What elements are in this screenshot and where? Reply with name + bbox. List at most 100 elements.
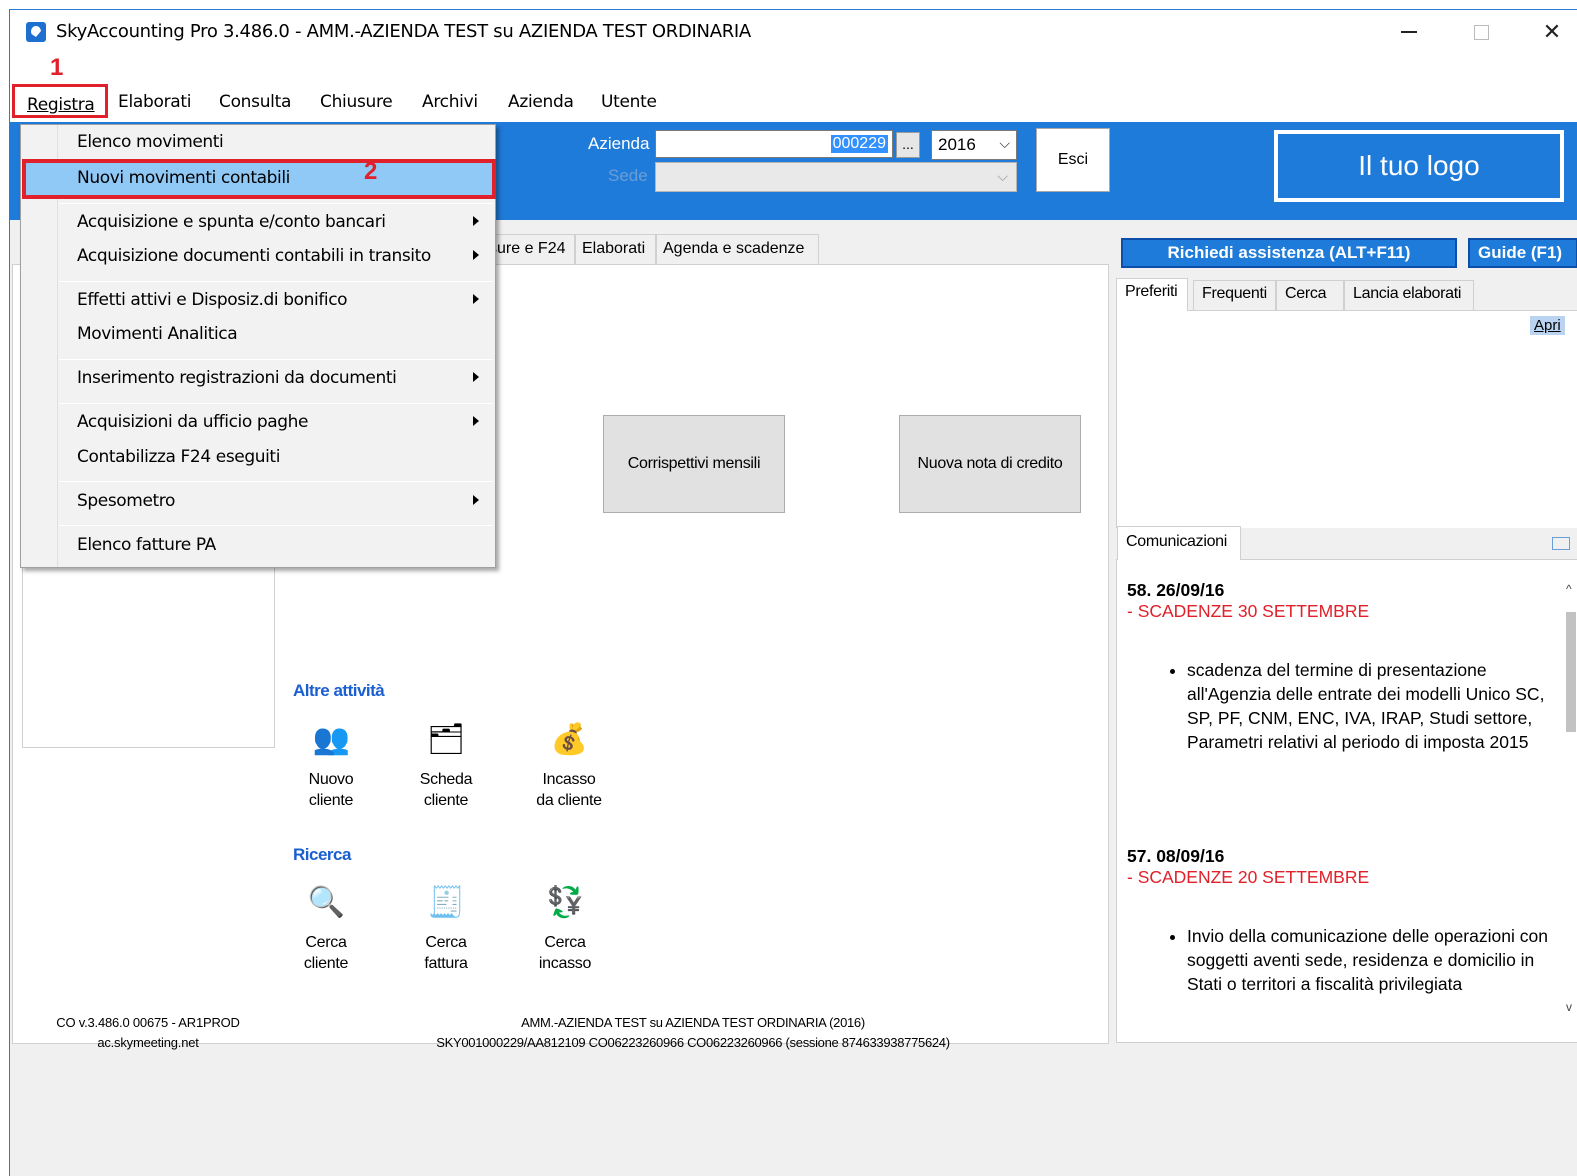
nuovo-cliente-label-1: Nuovo (308, 771, 354, 788)
chevron-down-icon: ⌵ (999, 135, 1010, 151)
cerca-incasso-label-2: incasso (538, 955, 592, 972)
comunicazioni-scrollbar[interactable]: ^ v (1564, 560, 1577, 1042)
submenu-arrow-icon (473, 416, 479, 426)
cerca-fattura-label-2: fattura (424, 955, 468, 972)
cerca-fattura-label-1: Cerca (425, 934, 467, 951)
tab-cerca[interactable]: Cerca (1276, 280, 1344, 310)
menu-item-elenco-fatture-pa[interactable]: Elenco fatture PA (23, 530, 493, 562)
year-value: 2016 (938, 135, 976, 154)
news-body: Invio della comunicazione delle operazio… (1187, 924, 1557, 996)
sede-select: ⌵ (655, 162, 1017, 192)
ricerca-title: Ricerca (293, 845, 351, 864)
menu-archivi[interactable]: Archivi (422, 92, 478, 112)
tab-frequenti[interactable]: Frequenti (1193, 280, 1276, 310)
apri-link[interactable]: Apri (1530, 316, 1565, 335)
submenu-arrow-icon (473, 495, 479, 505)
scheda-cliente-label-1: Scheda (419, 771, 473, 788)
tab-lancia-elaborati[interactable]: Lancia elaborati (1344, 280, 1474, 310)
menu-item-label: Elenco fatture PA (77, 535, 216, 555)
year-select[interactable]: 2016 ⌵ (931, 130, 1017, 160)
highlight-box (22, 159, 496, 199)
session-text: SKY001000229/AA812109 CO06223260966 CO06… (436, 1035, 950, 1050)
preferiti-panel (1116, 310, 1577, 528)
menu-item-acquisizione-documenti[interactable]: Acquisizione documenti contabili in tran… (23, 241, 493, 273)
scroll-up-icon[interactable]: ^ (1566, 582, 1572, 596)
session-info: AMM.-AZIENDA TEST su AZIENDA TEST ORDINA… (313, 1013, 1073, 1053)
mail-icon[interactable] (1552, 537, 1570, 550)
host-text: ac.skymeeting.net (97, 1035, 199, 1050)
menu-item-contabilizza-f24[interactable]: Contabilizza F24 eseguiti (23, 442, 493, 474)
maximize-button[interactable] (1447, 10, 1515, 54)
menu-item-spesometro[interactable]: Spesometro (23, 486, 493, 518)
scroll-down-icon[interactable]: v (1566, 1000, 1572, 1014)
scroll-thumb[interactable] (1566, 612, 1576, 732)
menu-item-label: Acquisizione e spunta e/conto bancari (77, 212, 386, 232)
scheda-cliente-button[interactable]: 🗂 Scheda cliente (396, 721, 496, 811)
menu-item-label: Elenco movimenti (77, 132, 224, 152)
news-item: 58. 26/09/16 - SCADENZE 30 SETTEMBRE sca… (1127, 580, 1557, 754)
azienda-label: Azienda (588, 134, 650, 153)
news-subject[interactable]: - SCADENZE 20 SETTEMBRE (1127, 867, 1557, 888)
menu-bar: Registra Elaborati Consulta Chiusure Arc… (10, 82, 1577, 122)
news-body: scadenza del termine di presentazione al… (1187, 658, 1557, 754)
tab-elaborati[interactable]: Elaborati (575, 234, 656, 264)
close-button[interactable]: ✕ (1518, 10, 1577, 54)
menu-item-elenco-movimenti[interactable]: Elenco movimenti (23, 127, 493, 159)
menu-item-label: Acquisizione documenti contabili in tran… (77, 246, 431, 266)
menu-item-acquisizioni-paghe[interactable]: Acquisizioni da ufficio paghe (23, 407, 493, 439)
azienda-browse-button[interactable]: ... (896, 132, 920, 158)
version-text: CO v.3.486.0 00675 - AR1PROD (56, 1015, 240, 1030)
window-title: SkyAccounting Pro 3.486.0 - AMM.-AZIENDA… (56, 21, 751, 42)
news-subject[interactable]: - SCADENZE 30 SETTEMBRE (1127, 601, 1557, 622)
nuova-nota-credito-button[interactable]: Nuova nota di credito (899, 415, 1081, 513)
cerca-incasso-button[interactable]: 💱 Cerca incasso (515, 884, 615, 974)
menu-azienda[interactable]: Azienda (508, 92, 574, 112)
submenu-arrow-icon (473, 294, 479, 304)
tab-comunicazioni[interactable]: Comunicazioni (1117, 526, 1241, 560)
menu-utente[interactable]: Utente (601, 92, 657, 112)
menu-item-acquisizione-spunta[interactable]: Acquisizione e spunta e/conto bancari (23, 207, 493, 239)
submenu-arrow-icon (473, 216, 479, 226)
tab-agenda-scadenze[interactable]: Agenda e scadenze (656, 234, 819, 264)
search-payment-icon: 💱 (546, 886, 584, 919)
richiedi-assistenza-button[interactable]: Richiedi assistenza (ALT+F11) (1121, 238, 1457, 268)
menu-chiusure[interactable]: Chiusure (320, 92, 393, 112)
incasso-cliente-label-2: da cliente (536, 792, 602, 809)
menu-item-effetti-attivi[interactable]: Effetti attivi e Disposiz.di bonifico (23, 285, 493, 317)
menu-separator (59, 203, 493, 204)
esci-button[interactable]: Esci (1036, 128, 1110, 192)
search-invoice-icon: 🧾 (427, 886, 465, 919)
title-bar: SkyAccounting Pro 3.486.0 - AMM.-AZIENDA… (10, 10, 1577, 82)
sede-label: Sede (608, 166, 648, 185)
annotation-step-2: 2 (364, 158, 378, 185)
minimize-button[interactable] (1375, 10, 1443, 54)
menu-registra-label: Registra (27, 95, 95, 115)
menu-elaborati[interactable]: Elaborati (118, 92, 191, 112)
altre-attivita-title: Altre attività (293, 681, 385, 700)
menu-item-label: Spesometro (77, 491, 176, 511)
menu-item-movimenti-analitica[interactable]: Movimenti Analitica (23, 319, 493, 351)
guide-button[interactable]: Guide (F1) (1468, 238, 1577, 268)
minimize-icon (1401, 31, 1417, 33)
menu-item-label: Movimenti Analitica (77, 324, 238, 344)
menu-separator (59, 525, 493, 526)
cerca-fattura-button[interactable]: 🧾 Cerca fattura (396, 884, 496, 974)
tab-preferiti[interactable]: Preferiti (1116, 278, 1188, 311)
client-payment-icon: 💰 (550, 723, 588, 756)
azienda-input[interactable]: 000229 (655, 130, 893, 158)
menu-item-inserimento-registrazioni[interactable]: Inserimento registrazioni da documenti (23, 363, 493, 395)
menu-item-label: Effetti attivi e Disposiz.di bonifico (77, 290, 348, 310)
registra-dropdown-menu: Elenco movimenti Nuovi movimenti contabi… (20, 124, 496, 568)
menu-registra[interactable]: Registra (12, 84, 108, 118)
app-window: SkyAccounting Pro 3.486.0 - AMM.-AZIENDA… (9, 9, 1577, 1176)
submenu-arrow-icon (473, 372, 479, 382)
company-text: AMM.-AZIENDA TEST su AZIENDA TEST ORDINA… (521, 1015, 865, 1030)
corrispettivi-mensili-button[interactable]: Corrispettivi mensili (603, 415, 785, 513)
annotation-step-1: 1 (50, 54, 64, 81)
menu-consulta[interactable]: Consulta (219, 92, 291, 112)
new-client-icon: 👥 (312, 723, 350, 756)
menu-item-label: Contabilizza F24 eseguiti (77, 447, 281, 467)
incasso-cliente-button[interactable]: 💰 Incasso da cliente (519, 721, 619, 811)
cerca-cliente-button[interactable]: 🔍 Cerca cliente (276, 884, 376, 974)
nuovo-cliente-button[interactable]: 👥 Nuovo cliente (281, 721, 381, 811)
